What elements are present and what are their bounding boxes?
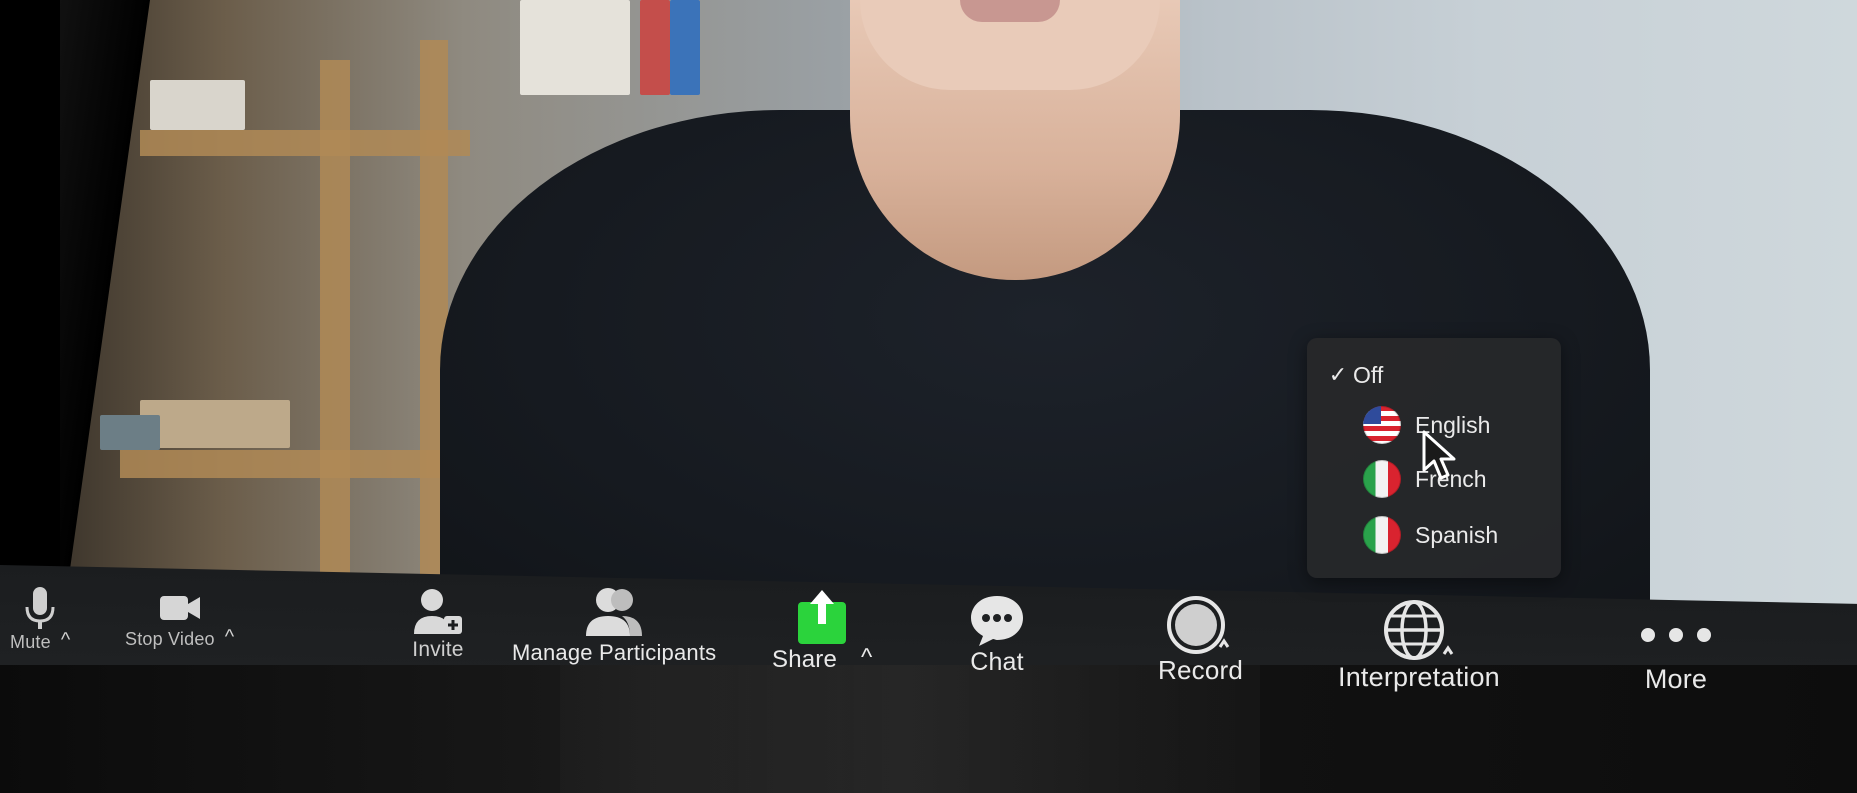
share-label: Share [772, 646, 838, 673]
share-screen-icon [798, 590, 847, 644]
interpretation-label: Interpretation [1338, 662, 1500, 692]
chat-button[interactable]: Chat [967, 592, 1027, 677]
invite-label: Invite [412, 638, 464, 661]
participants-icon [586, 588, 643, 636]
share-button[interactable]: Share ^ [772, 590, 872, 674]
more-dots-icon [1641, 628, 1711, 642]
video-camera-icon [159, 596, 200, 620]
menu-item-label: Spanish [1415, 521, 1499, 548]
mouse-cursor-icon [1422, 430, 1456, 480]
checkmark-icon: ✓ [1328, 362, 1348, 387]
screen-glare [560, 665, 1260, 793]
invite-button[interactable]: Invite [408, 586, 468, 662]
invite-user-icon [414, 589, 462, 634]
manage-participants-button[interactable]: Manage Participants [512, 586, 716, 666]
bookshelf-board [140, 130, 470, 156]
stop-video-label: Stop Video [125, 629, 215, 649]
video-options-caret[interactable]: ^ [225, 626, 234, 649]
it-flag-icon [1363, 460, 1401, 498]
zoom-meeting-window: Mute ^ Stop Video ^ Invite Manage Particip… [0, 0, 1857, 793]
mute-button[interactable]: Mute ^ [10, 585, 70, 654]
chat-label: Chat [970, 648, 1024, 676]
share-options-caret[interactable]: ^ [861, 644, 872, 672]
it-flag-icon [1363, 516, 1401, 554]
us-flag-icon [1363, 406, 1401, 444]
manage-participants-label: Manage Participants [512, 640, 717, 665]
interpretation-menu-item-off[interactable]: ✓ Off [1307, 352, 1561, 398]
more-button[interactable]: More [1636, 620, 1716, 695]
globe-icon [1383, 600, 1454, 660]
chat-bubble-icon [971, 596, 1023, 646]
book [150, 80, 245, 130]
record-button[interactable]: Record [1158, 595, 1243, 686]
record-caret [1218, 638, 1229, 648]
microphone-icon [25, 587, 55, 629]
mute-options-caret[interactable]: ^ [61, 629, 70, 652]
more-label: More [1644, 664, 1708, 694]
bookshelf-board [120, 450, 480, 478]
stop-video-button[interactable]: Stop Video ^ [125, 588, 234, 651]
record-icon [1166, 596, 1229, 654]
book [100, 415, 160, 450]
mute-label: Mute [10, 632, 51, 652]
menu-item-label: Off [1353, 361, 1384, 388]
participant-mouth [960, 0, 1060, 22]
record-label: Record [1158, 655, 1244, 685]
book [140, 400, 290, 448]
interpretation-button[interactable]: Interpretation [1338, 598, 1500, 693]
interpretation-menu-item-spanish[interactable]: Spanish [1307, 512, 1561, 558]
